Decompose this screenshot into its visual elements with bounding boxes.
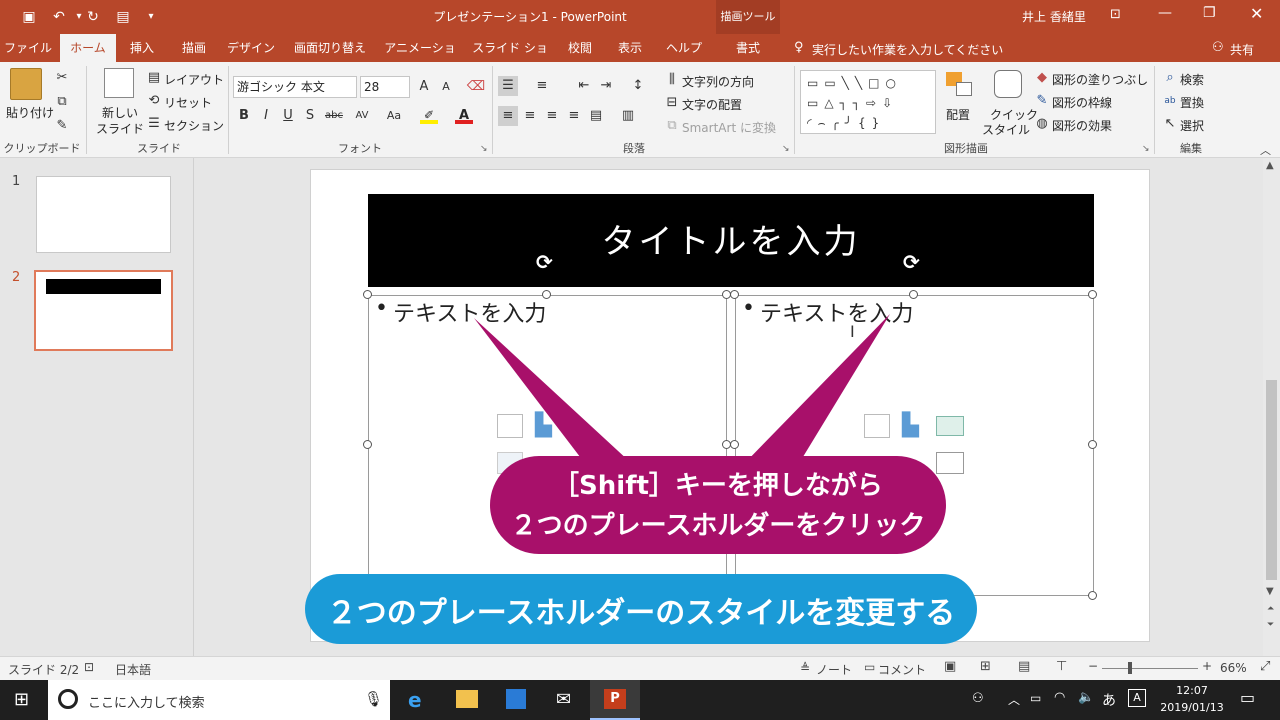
instruction-callout: ［Shift］キーを押しながら ２つのプレースホルダーをクリック — [490, 456, 946, 554]
volume-icon[interactable]: 🔈 — [1078, 690, 1094, 705]
powerpoint-taskbar-button[interactable]: P — [590, 680, 640, 720]
taskbar-search-box[interactable]: ここに入力して検索 🎙 — [48, 680, 390, 720]
notes-button[interactable]: ノート — [816, 661, 852, 678]
callout-pointer-left — [474, 318, 630, 470]
ime-mode[interactable]: あ — [1102, 690, 1116, 710]
slideshow-view-icon[interactable]: ⊤ — [1056, 659, 1067, 674]
powerpoint-icon: P — [604, 689, 626, 709]
taskbar: ⊞ ここに入力して検索 🎙 e ✉ P ⚇ ︿ ▭ ◠ 🔈 あ A 12:07 … — [0, 680, 1280, 720]
edge-icon[interactable]: e — [408, 688, 422, 712]
ime-pad-icon[interactable]: A — [1128, 689, 1146, 707]
step-title-text: ２つのプレースホルダーのスタイルを変更する — [326, 596, 956, 631]
fit-to-window-icon[interactable]: ⤢ — [1260, 659, 1270, 674]
slide-sorter-icon[interactable]: ⊞ — [980, 659, 991, 674]
zoom-in-icon[interactable]: + — [1202, 659, 1212, 673]
clock-time[interactable]: 12:07 — [1160, 684, 1224, 697]
taskbar-search-text[interactable]: ここに入力して検索 — [88, 692, 205, 711]
callout-line-2: ２つのプレースホルダーをクリック — [510, 511, 926, 541]
spellcheck-icon[interactable]: ⊡ — [84, 660, 94, 674]
next-slide-icon[interactable]: ⏷ — [1267, 620, 1274, 630]
mail-icon[interactable]: ✉ — [556, 689, 571, 710]
scroll-up-icon[interactable]: ▲ — [1266, 160, 1274, 171]
scroll-down-icon[interactable]: ▼ — [1266, 586, 1274, 597]
prev-slide-icon[interactable]: ⏶ — [1267, 604, 1274, 614]
action-center-icon[interactable]: ▭ — [1240, 688, 1255, 707]
file-explorer-icon[interactable] — [456, 690, 478, 708]
store-icon[interactable] — [506, 689, 526, 709]
comments-button[interactable]: コメント — [878, 661, 926, 678]
windows-start-icon[interactable]: ⊞ — [14, 689, 29, 710]
battery-icon[interactable]: ▭ — [1030, 691, 1041, 705]
cortana-icon — [58, 689, 78, 709]
normal-view-icon[interactable]: ▣ — [944, 659, 956, 674]
comment-icon: ▭ — [864, 660, 876, 674]
network-icon[interactable]: ◠ — [1054, 690, 1065, 705]
callout-line-1: ［Shift］キーを押しながら — [553, 471, 883, 501]
slide-count: スライド 2/2 — [8, 663, 80, 677]
zoom-out-icon[interactable]: − — [1088, 659, 1098, 673]
reading-view-icon[interactable]: ▤ — [1018, 659, 1030, 674]
zoom-slider-track[interactable] — [1102, 668, 1198, 669]
callout-pointer-right — [740, 314, 890, 470]
vertical-scrollbar[interactable]: ▲ ▼ ⏶ ⏷ — [1263, 158, 1280, 656]
microphone-icon[interactable]: 🎙 — [364, 690, 383, 708]
notes-icon: ≜ — [800, 661, 811, 675]
step-title-callout: ２つのプレースホルダーのスタイルを変更する — [305, 574, 977, 644]
scroll-thumb[interactable] — [1266, 380, 1277, 580]
language[interactable]: 日本語 — [115, 661, 151, 678]
people-icon[interactable]: ⚇ — [972, 691, 984, 706]
clock-date[interactable]: 2019/01/13 — [1160, 701, 1224, 714]
zoom-slider-thumb[interactable] — [1128, 662, 1132, 674]
show-hidden-icons-icon[interactable]: ︿ — [1008, 691, 1020, 708]
status-bar: スライド 2/2 ⊡ 日本語 ≜ ノート ▭ コメント ▣ ⊞ ▤ ⊤ − + … — [0, 656, 1280, 680]
zoom-level[interactable]: 66% — [1220, 661, 1247, 675]
